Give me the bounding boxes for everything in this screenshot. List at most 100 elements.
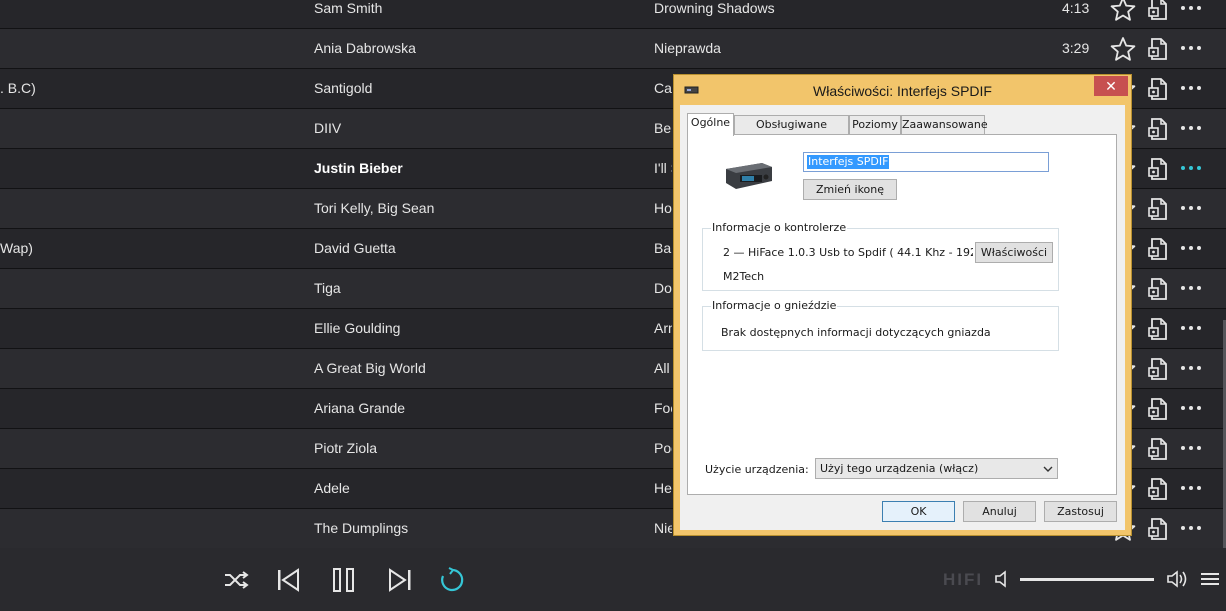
file-info-icon[interactable] — [1148, 358, 1168, 380]
track-artist[interactable]: Adele — [314, 480, 350, 496]
track-artist[interactable]: The Dumplings — [314, 520, 408, 536]
dialog-client: Ogólne Obsługiwane formaty Poziomy Zaawa… — [680, 105, 1125, 530]
volume-high-icon[interactable] — [1166, 570, 1188, 588]
more-options-icon[interactable] — [1180, 78, 1202, 98]
track-title[interactable]: Hollow — [654, 200, 672, 216]
more-options-icon[interactable] — [1180, 518, 1202, 538]
more-options-icon[interactable] — [1180, 478, 1202, 498]
track-artist[interactable]: Santigold — [314, 80, 372, 96]
track-artist[interactable]: Ania Dabrowska — [314, 40, 416, 56]
track-row[interactable]: Ania Dabrowska Nieprawda 3:29 — [0, 29, 1226, 69]
change-icon-button[interactable]: Zmień ikonę — [803, 179, 897, 200]
dialog-title: Właściwości: Interfejs SPDIF — [813, 83, 992, 99]
track-artist[interactable]: A Great Big World — [314, 360, 426, 376]
shuffle-icon[interactable] — [223, 567, 249, 593]
track-title[interactable]: Podróż — [654, 440, 672, 456]
track-title[interactable]: Hello — [654, 480, 672, 496]
track-title[interactable]: Can't Get Enough of Myself — [654, 80, 672, 96]
track-artist[interactable]: Ellie Goulding — [314, 320, 400, 336]
file-info-icon[interactable] — [1148, 0, 1168, 20]
track-artist[interactable]: Ariana Grande — [314, 400, 405, 416]
device-name-input[interactable]: Interfejs SPDIF — [803, 152, 1049, 172]
device-usage-value: Użyj tego urządzenia (włącz) — [820, 462, 979, 475]
track-artist[interactable]: David Guetta — [314, 240, 396, 256]
next-icon[interactable] — [387, 567, 413, 593]
more-options-icon[interactable] — [1180, 358, 1202, 378]
controller-properties-button[interactable]: Właściwości — [975, 242, 1053, 263]
file-info-icon[interactable] — [1148, 518, 1168, 540]
previous-icon[interactable] — [276, 567, 302, 593]
more-options-icon[interactable] — [1180, 318, 1202, 338]
ok-button[interactable]: OK — [882, 501, 955, 522]
device-usage-label: Użycie urządzenia: — [705, 463, 809, 476]
chevron-down-icon — [1043, 466, 1053, 472]
track-artist[interactable]: DIIV — [314, 120, 341, 136]
more-options-icon[interactable] — [1180, 118, 1202, 138]
pause-icon[interactable] — [331, 567, 357, 593]
file-info-icon[interactable] — [1148, 38, 1168, 60]
star-icon[interactable] — [1110, 0, 1136, 22]
apply-button[interactable]: Zastosuj — [1044, 501, 1117, 522]
track-row[interactable]: Sam Smith Drowning Shadows 4:13 — [0, 0, 1226, 29]
track-title[interactable]: I'll Show You — [654, 160, 672, 176]
more-options-icon[interactable] — [1180, 158, 1202, 178]
track-duration: 3:29 — [1062, 40, 1090, 56]
tab-panel-general: Interfejs SPDIF Zmień ikonę Informacje o… — [687, 134, 1117, 495]
track-title[interactable]: Bent (Roi's Song) — [654, 120, 672, 136]
sound-card-icon — [726, 163, 772, 189]
more-options-icon[interactable] — [1180, 0, 1202, 18]
tab-poziomy[interactable]: Poziomy — [849, 115, 901, 135]
file-info-icon[interactable] — [1148, 198, 1168, 220]
track-duration: 4:13 — [1062, 0, 1090, 16]
track-artist[interactable]: Justin Bieber — [314, 160, 403, 176]
track-title[interactable]: Drowning Shadows — [654, 0, 1014, 16]
star-icon[interactable] — [1110, 36, 1136, 62]
jack-info-text: Brak dostępnych informacji dotyczących g… — [721, 326, 991, 339]
close-button[interactable]: ✕ — [1094, 76, 1128, 96]
file-info-icon[interactable] — [1148, 118, 1168, 140]
dialog-titlebar[interactable]: Właściwości: Interfejs SPDIF ✕ — [674, 75, 1131, 105]
more-options-icon[interactable] — [1180, 398, 1202, 418]
device-usage-select[interactable]: Użyj tego urządzenia (włącz) — [815, 458, 1058, 479]
track-title[interactable]: Nie — [654, 520, 672, 536]
controller-device-line: 2 — HiFace 1.0.3 Usb to Spdif ( 44.1 Khz… — [723, 246, 973, 259]
cancel-button[interactable]: Anuluj — [963, 501, 1036, 522]
track-title[interactable]: All I Want — [654, 360, 672, 376]
file-info-icon[interactable] — [1148, 158, 1168, 180]
more-options-icon[interactable] — [1180, 238, 1202, 258]
file-info-icon[interactable] — [1148, 238, 1168, 260]
file-info-icon[interactable] — [1148, 318, 1168, 340]
track-title[interactable]: Nieprawda — [654, 40, 1014, 56]
track-album: . B.C) — [0, 80, 36, 96]
repeat-icon[interactable] — [439, 567, 465, 593]
track-title[interactable]: Bang My Head — [654, 240, 672, 256]
more-options-icon[interactable] — [1180, 38, 1202, 58]
queue-icon[interactable] — [1200, 570, 1220, 588]
tab-ogolne[interactable]: Ogólne — [687, 113, 734, 136]
more-options-icon[interactable] — [1180, 438, 1202, 458]
hifi-badge[interactable]: HIFI — [943, 570, 983, 590]
tab-zaawansowane[interactable]: Zaawansowane — [901, 115, 988, 135]
more-options-icon[interactable] — [1180, 278, 1202, 298]
volume-low-icon[interactable] — [994, 570, 1012, 588]
track-title[interactable]: Don't Fight The Music — [654, 280, 672, 296]
file-info-icon[interactable] — [1148, 78, 1168, 100]
jack-info-label: Informacje o gnieździe — [711, 299, 838, 312]
controller-manufacturer: M2Tech — [723, 270, 765, 283]
track-artist[interactable]: Piotr Ziola — [314, 440, 377, 456]
more-options-icon[interactable] — [1180, 198, 1202, 218]
file-info-icon[interactable] — [1148, 478, 1168, 500]
file-info-icon[interactable] — [1148, 278, 1168, 300]
file-info-icon[interactable] — [1148, 398, 1168, 420]
file-info-icon[interactable] — [1148, 438, 1168, 460]
track-title[interactable]: Focus — [654, 400, 672, 416]
track-artist[interactable]: Sam Smith — [314, 0, 382, 16]
volume-slider[interactable] — [1020, 578, 1154, 581]
controller-info-group: Informacje o kontrolerze 2 — HiFace 1.0.… — [702, 221, 1059, 291]
tab-obslugiwane-formaty[interactable]: Obsługiwane formaty — [734, 115, 849, 149]
track-artist[interactable]: Tori Kelly, Big Sean — [314, 200, 434, 216]
track-title[interactable]: Army — [654, 320, 672, 336]
jack-info-group: Informacje o gnieździe Brak dostępnych i… — [702, 299, 1059, 351]
track-artist[interactable]: Tiga — [314, 280, 341, 296]
controller-info-label: Informacje o kontrolerze — [711, 221, 848, 234]
